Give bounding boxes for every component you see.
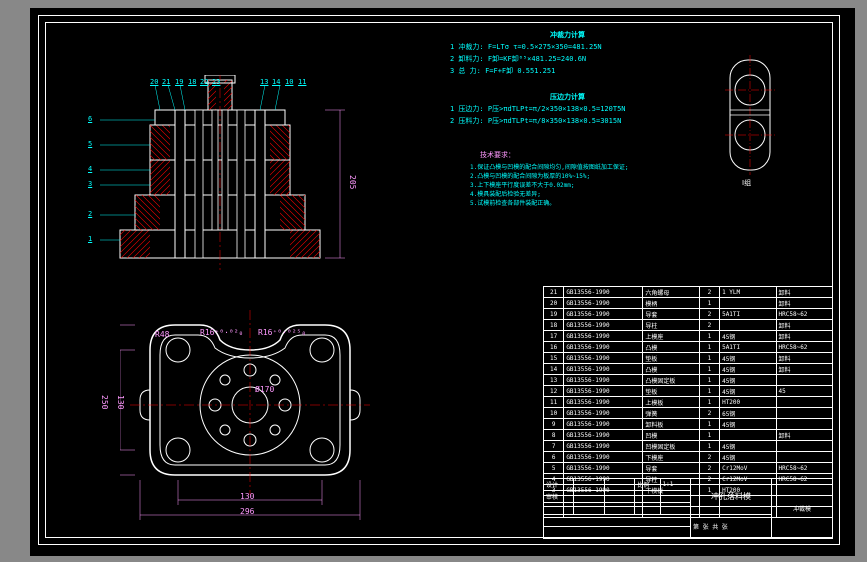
- table-row: 20GB13556-1990模柄1卸料: [544, 298, 833, 309]
- calc1-l2: 2 卸料力: F卸=KF卸⁰⁵×481.25=240.6N: [450, 54, 586, 64]
- leader-t7: 13: [260, 78, 268, 86]
- detail-view: [720, 55, 780, 175]
- table-row: 21GB13556-1990六角螺母21 YLM卸料: [544, 287, 833, 298]
- table-row: 12GB13556-1990垫板145钢45: [544, 386, 833, 397]
- tech-l2: 2.凸模与凹模的配合间隙为板厚的10%~15%;: [470, 171, 590, 180]
- leader-t6: 23: [212, 78, 220, 86]
- leader-1: 1: [88, 235, 92, 243]
- table-row: 11GB13556-1990上模板1HT200: [544, 397, 833, 408]
- calc1-l3: 3 总 力: F=F+F卸 0.551.251: [450, 66, 555, 76]
- table-row: 7GB13556-1990凹模固定板145钢: [544, 441, 833, 452]
- dim-r48: R48: [155, 330, 169, 339]
- dim-130v: 130: [116, 395, 125, 409]
- calc2-l2: 2 压料力: P压>πdTLPt=π/8×350×138×0.5=3015N: [450, 116, 621, 126]
- dim-r16b: R16⁺⁰·⁰²⁵₀: [258, 328, 306, 337]
- section-view: [100, 75, 360, 275]
- tech-l3: 3.上下模座平行度误差不大于0.02mm;: [470, 180, 575, 189]
- table-row: 18GB13556-1990导柱2卸料: [544, 320, 833, 331]
- tech-l4: 4.模具装配后检验无差异;: [470, 189, 541, 198]
- table-row: 6GB13556-1990下模座245钢: [544, 452, 833, 463]
- calc2-l1: 1 压边力: P压>πdTLPt=π/2×350×138×0.5=120T5N: [450, 104, 626, 114]
- calc1-l1: 1 冲裁力: F=LTσ τ=0.5×275×350=481.25N: [450, 42, 602, 52]
- leader-t2: 21: [162, 78, 170, 86]
- dim-205: 205: [348, 175, 357, 189]
- table-row: 14GB13556-1990凸模145钢卸料: [544, 364, 833, 375]
- leader-t4: 18: [188, 78, 196, 86]
- dim-d170: Ø170: [255, 385, 274, 394]
- dim-130h: 130: [240, 492, 254, 501]
- table-row: 10GB13556-1990弹簧265钢: [544, 408, 833, 419]
- calc-title-1: 冲裁力计算: [550, 30, 585, 40]
- leader-2: 2: [88, 210, 92, 218]
- tech-title: 技术要求：: [480, 150, 515, 160]
- dim-r16a: R16⁺⁰·⁰²₀: [200, 328, 243, 337]
- table-row: 13GB13556-1990凸模固定板145钢: [544, 375, 833, 386]
- title-block: 设计 比例1:1 冲孔落料模 冲裁模 审核 第 张 共 张: [543, 478, 833, 538]
- leader-t9: 10: [285, 78, 293, 86]
- detail-label: Ⅰ组: [742, 178, 751, 188]
- table-row: 17GB13556-1990上模座145钢卸料: [544, 331, 833, 342]
- tech-l5: 5.试模前检查各部件装配正确。: [470, 198, 555, 207]
- leader-t8: 14: [272, 78, 280, 86]
- leader-4: 4: [88, 165, 92, 173]
- table-row: 16GB13556-1990凸模15A1TIHRC58~62: [544, 342, 833, 353]
- leader-t3: 19: [175, 78, 183, 86]
- leader-3: 3: [88, 180, 92, 188]
- table-row: 9GB13556-1990卸料板145钢: [544, 419, 833, 430]
- table-row: 8GB13556-1990凹模1卸料: [544, 430, 833, 441]
- leader-t5: 22: [200, 78, 208, 86]
- table-row: 5GB13556-1990导套2Cr12MoVHRC58~62: [544, 463, 833, 474]
- leader-t10: 11: [298, 78, 306, 86]
- leader-5: 5: [88, 140, 92, 148]
- table-row: 19GB13556-1990导套25A1TIHRC58~62: [544, 309, 833, 320]
- dim-250: 250: [100, 395, 109, 409]
- dim-296: 296: [240, 507, 254, 516]
- leader-t1: 20: [150, 78, 158, 86]
- tech-l1: 1.保证凸模与凹模的配合间隙均匀,间隙值按图纸加工保证;: [470, 162, 628, 171]
- calc-title-2: 压边力计算: [550, 92, 585, 102]
- table-row: 15GB13556-1990垫板145钢卸料: [544, 353, 833, 364]
- leader-6: 6: [88, 115, 92, 123]
